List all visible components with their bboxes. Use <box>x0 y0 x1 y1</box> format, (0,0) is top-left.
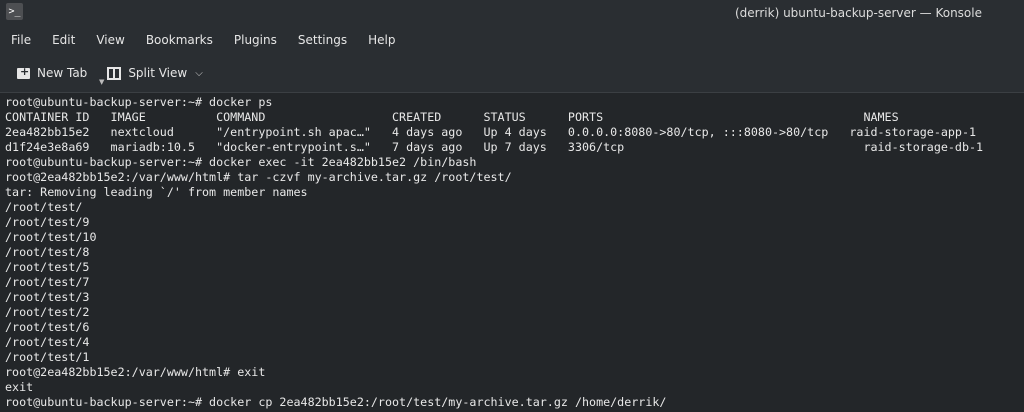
menu-view[interactable]: View <box>96 33 124 47</box>
terminal-line: root@2ea482bb15e2:/var/www/html# exit <box>5 365 266 379</box>
new-tab-icon <box>17 65 30 79</box>
menu-plugins[interactable]: Plugins <box>234 33 277 47</box>
menu-settings[interactable]: Settings <box>298 33 347 47</box>
title-bar: >_ (derrik) ubuntu-backup-server — Konso… <box>0 0 1024 26</box>
split-view-label: Split View <box>128 66 188 80</box>
split-view-button[interactable]: Split View ⌵ <box>107 66 203 80</box>
menu-file[interactable]: File <box>11 33 31 47</box>
terminal-line: root@ubuntu-backup-server:~# docker exec… <box>5 155 477 169</box>
new-tab-button[interactable]: New Tab ▼ <box>17 65 104 86</box>
toolbar: New Tab ▼ Split View ⌵ <box>0 54 1024 93</box>
dropdown-indicator-icon[interactable]: ▼ <box>99 78 104 86</box>
terminal-line: /root/test/7 <box>5 275 90 289</box>
terminal-line: /root/test/2 <box>5 305 90 319</box>
terminal-line: /root/test/1 <box>5 350 90 364</box>
terminal-line: /root/test/4 <box>5 335 90 349</box>
menu-edit[interactable]: Edit <box>52 33 75 47</box>
terminal-line: 2ea482bb15e2 nextcloud "/entrypoint.sh a… <box>5 125 977 139</box>
terminal-line: /root/test/9 <box>5 215 90 229</box>
terminal-line: /root/test/5 <box>5 260 90 274</box>
terminal-line: /root/test/ <box>5 200 83 214</box>
terminal-line: root@ubuntu-backup-server:~# docker ps <box>5 95 273 109</box>
new-tab-label: New Tab <box>37 66 88 80</box>
menu-help[interactable]: Help <box>368 33 395 47</box>
chevron-down-icon[interactable]: ⌵ <box>195 68 203 79</box>
terminal-line: root@ubuntu-backup-server:~# docker cp 2… <box>5 395 667 409</box>
menu-bar: File Edit View Bookmarks Plugins Setting… <box>0 26 1024 54</box>
terminal-line: /root/test/10 <box>5 230 97 244</box>
terminal-line: /root/test/3 <box>5 290 90 304</box>
menu-bookmarks[interactable]: Bookmarks <box>146 33 213 47</box>
terminal-line: d1f24e3e8a69 mariadb:10.5 "docker-entryp… <box>5 140 984 154</box>
split-view-icon <box>107 66 122 80</box>
window-title: (derrik) ubuntu-backup-server — Konsole <box>734 6 982 20</box>
terminal-line: tar: Removing leading `/' from member na… <box>5 185 308 199</box>
terminal-line: CONTAINER ID IMAGE COMMAND CREATED STATU… <box>5 110 899 124</box>
terminal-line: /root/test/8 <box>5 245 90 259</box>
terminal-line: exit <box>5 380 34 394</box>
terminal-line: /root/test/6 <box>5 320 90 334</box>
terminal-output[interactable]: root@ubuntu-backup-server:~# docker ps CO… <box>5 95 983 410</box>
terminal-line: root@2ea482bb15e2:/var/www/html# tar -cz… <box>5 170 512 184</box>
